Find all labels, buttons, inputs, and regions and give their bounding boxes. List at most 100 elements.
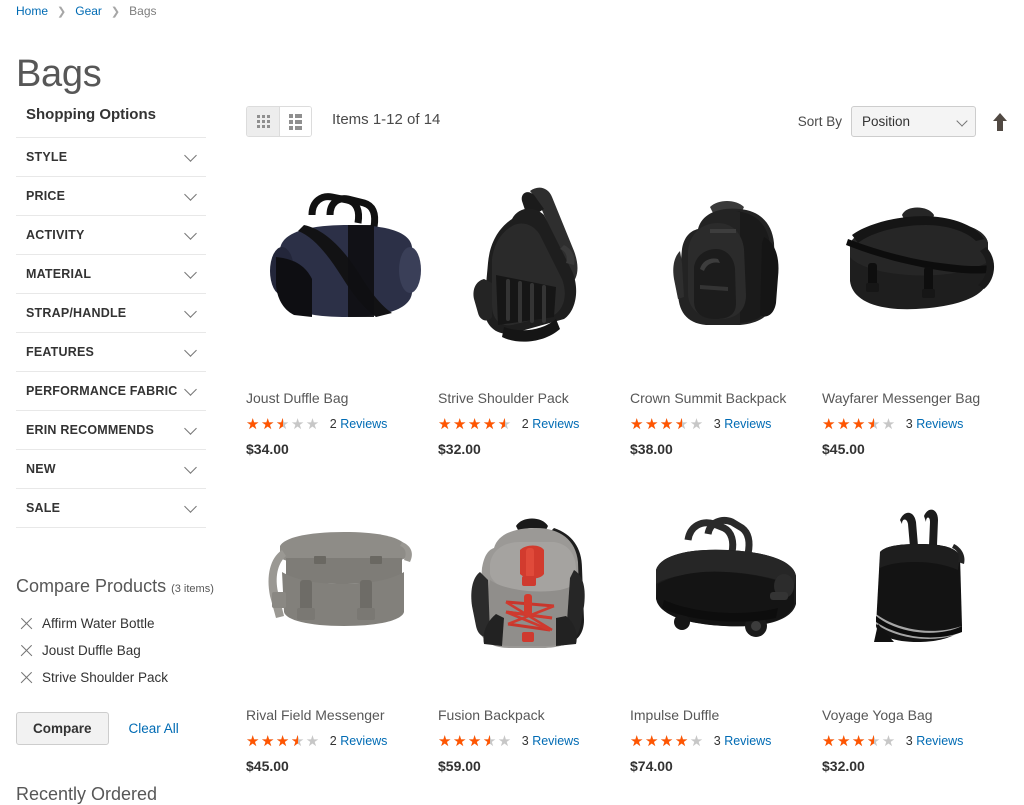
chevron-down-icon — [185, 385, 198, 393]
breadcrumb-item-gear[interactable]: Gear — [75, 4, 102, 18]
product-rating: ★★★★★ ★★★★★ 3 Reviews — [630, 733, 822, 749]
reviews-link[interactable]: Reviews — [340, 734, 387, 748]
star-rating-icon: ★★★★★ ★★★★★ — [246, 731, 321, 750]
star-rating-icon: ★★★★★ ★★★★★ — [822, 414, 897, 433]
filter-label: PERFORMANCE FABRIC — [26, 384, 178, 398]
filter-option-erin-recommends[interactable]: ERIN RECOMMENDS — [16, 411, 206, 450]
sort-direction-button[interactable] — [990, 111, 1010, 133]
product-price: $45.00 — [822, 441, 865, 457]
filter-option-new[interactable]: NEW — [16, 450, 206, 489]
view-mode-list-button[interactable] — [279, 107, 311, 136]
review-count: 2 Reviews — [330, 417, 388, 431]
product-image-backpack-black[interactable] — [630, 152, 822, 382]
breadcrumb-separator-icon: ❯ — [57, 5, 67, 18]
star-rating-fill: ★★★★★ — [438, 733, 490, 749]
product-name-link[interactable]: Crown Summit Backpack — [630, 389, 822, 407]
sort-select-shell: Position — [851, 106, 976, 137]
product-price: $34.00 — [246, 441, 289, 457]
product-price: $45.00 — [246, 758, 289, 774]
product-item: Rival Field Messenger ★★★★★ ★★★★★ 2 Revi… — [246, 469, 438, 774]
filter-option-price[interactable]: PRICE — [16, 177, 206, 216]
compare-products-label: Compare Products — [16, 576, 167, 596]
review-count-number: 3 — [713, 734, 721, 748]
star-rating-icon: ★★★★★ ★★★★★ — [822, 731, 897, 750]
reviews-link[interactable]: Reviews — [916, 734, 963, 748]
filter-label: STYLE — [26, 150, 68, 164]
close-icon[interactable] — [20, 671, 33, 684]
close-icon[interactable] — [20, 644, 33, 657]
chevron-down-icon — [185, 463, 198, 471]
star-rating-icon: ★★★★★ ★★★★★ — [438, 731, 513, 750]
filter-option-activity[interactable]: ACTIVITY — [16, 216, 206, 255]
product-image-duffle-wheeled-black[interactable] — [630, 469, 822, 699]
product-image-backpack-gray-red[interactable] — [438, 469, 630, 699]
compare-item-label[interactable]: Affirm Water Bottle — [42, 616, 155, 631]
product-item: Strive Shoulder Pack ★★★★★ ★★★★★ 2 Revie… — [438, 152, 630, 457]
compare-item-label[interactable]: Strive Shoulder Pack — [42, 670, 168, 685]
filter-label: STRAP/HANDLE — [26, 306, 127, 320]
product-name-link[interactable]: Joust Duffle Bag — [246, 389, 438, 407]
star-rating-fill: ★★★★★ — [630, 733, 690, 749]
product-name-link[interactable]: Fusion Backpack — [438, 706, 630, 724]
review-count-number: 3 — [713, 417, 721, 431]
close-icon[interactable] — [20, 617, 33, 630]
chevron-down-icon — [185, 151, 198, 159]
filter-list: STYLE PRICE ACTIVITY MATERIAL STRAP/HAND… — [16, 137, 206, 528]
reviews-link[interactable]: Reviews — [532, 734, 579, 748]
product-name-link[interactable]: Wayfarer Messenger Bag — [822, 389, 1014, 407]
reviews-link[interactable]: Reviews — [532, 417, 579, 431]
filter-option-performance-fabric[interactable]: PERFORMANCE FABRIC — [16, 372, 206, 411]
reviews-link[interactable]: Reviews — [724, 734, 771, 748]
product-price: $38.00 — [630, 441, 673, 457]
filter-option-material[interactable]: MATERIAL — [16, 255, 206, 294]
filter-option-strap-handle[interactable]: STRAP/HANDLE — [16, 294, 206, 333]
review-count-number: 3 — [521, 734, 529, 748]
filter-option-sale[interactable]: SALE — [16, 489, 206, 528]
review-count: 2 Reviews — [330, 734, 388, 748]
chevron-down-icon — [185, 424, 198, 432]
product-price: $59.00 — [438, 758, 481, 774]
product-price: $32.00 — [438, 441, 481, 457]
compare-button[interactable]: Compare — [16, 712, 109, 745]
product-toolbar: Items 1-12 of 14 Sort By Position — [246, 106, 1010, 140]
star-rating-icon: ★★★★★ ★★★★★ — [630, 414, 705, 433]
sort-by-select[interactable]: Position — [851, 106, 976, 137]
product-image-messenger-gray[interactable] — [246, 469, 438, 699]
star-rating-fill: ★★★★★ — [246, 733, 298, 749]
product-name-link[interactable]: Strive Shoulder Pack — [438, 389, 630, 407]
list-item: Affirm Water Bottle — [16, 614, 226, 641]
view-mode-grid-button[interactable] — [247, 107, 279, 136]
product-item: Wayfarer Messenger Bag ★★★★★ ★★★★★ 3 Rev… — [822, 152, 1014, 457]
product-name-link[interactable]: Rival Field Messenger — [246, 706, 438, 724]
product-image-sling-black[interactable] — [438, 152, 630, 382]
product-image-tote-black[interactable] — [822, 469, 1014, 699]
view-mode-switcher — [246, 106, 312, 137]
reviews-link[interactable]: Reviews — [724, 417, 771, 431]
product-item: Joust Duffle Bag ★★★★★ ★★★★★ 2 Reviews $… — [246, 152, 438, 457]
product-image-messenger-black[interactable] — [822, 152, 1014, 382]
list-item: Joust Duffle Bag — [16, 641, 226, 668]
product-name-link[interactable]: Impulse Duffle — [630, 706, 822, 724]
grid-icon — [256, 115, 270, 128]
product-grid: Joust Duffle Bag ★★★★★ ★★★★★ 2 Reviews $… — [246, 152, 1014, 774]
product-name-link[interactable]: Voyage Yoga Bag — [822, 706, 1014, 724]
compare-products-count: (3 items) — [171, 583, 214, 595]
review-count-number: 2 — [329, 734, 337, 748]
sidebar: Shopping Options STYLE PRICE ACTIVITY MA… — [16, 106, 206, 528]
reviews-link[interactable]: Reviews — [916, 417, 963, 431]
clear-all-link[interactable]: Clear All — [129, 721, 179, 736]
product-price: $32.00 — [822, 758, 865, 774]
chevron-down-icon — [185, 346, 198, 354]
chevron-down-icon — [185, 307, 198, 315]
filter-option-features[interactable]: FEATURES — [16, 333, 206, 372]
compare-actions: Compare Clear All — [16, 712, 226, 745]
breadcrumb-item-home[interactable]: Home — [16, 4, 48, 18]
compare-item-label[interactable]: Joust Duffle Bag — [42, 643, 141, 658]
filter-option-style[interactable]: STYLE — [16, 138, 206, 177]
breadcrumb-item-bags: Bags — [129, 4, 157, 18]
product-rating: ★★★★★ ★★★★★ 2 Reviews — [246, 416, 438, 432]
reviews-link[interactable]: Reviews — [340, 417, 387, 431]
filter-label: ACTIVITY — [26, 228, 85, 242]
product-image-duffle-navy[interactable] — [246, 152, 438, 382]
compare-products-list: Affirm Water Bottle Joust Duffle Bag Str… — [16, 614, 226, 695]
